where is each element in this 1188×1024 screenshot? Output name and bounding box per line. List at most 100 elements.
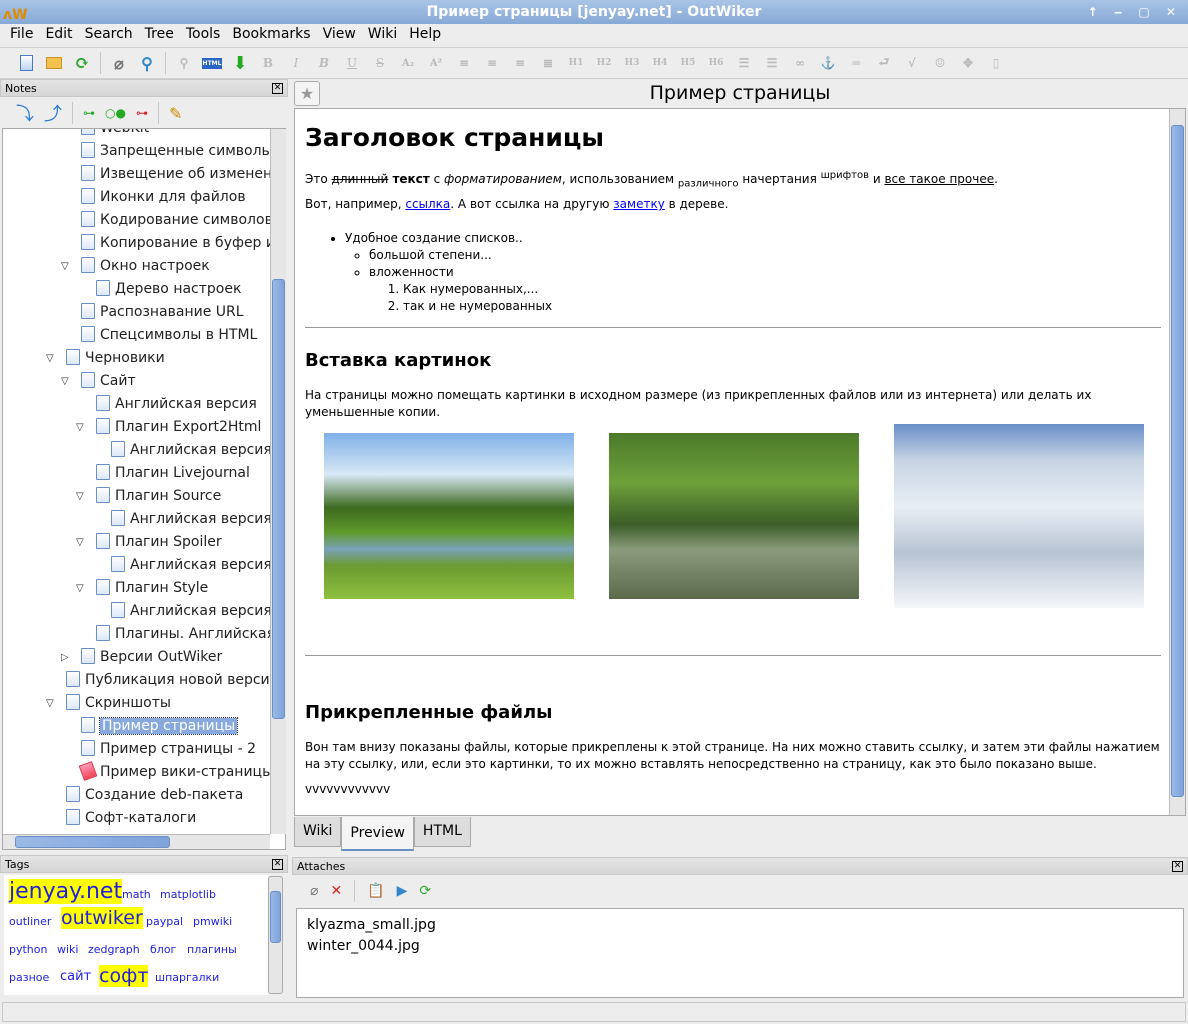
open-icon[interactable] [44,53,64,73]
expanded-arrow-icon[interactable]: ▽ [46,347,58,370]
expanded-arrow-icon[interactable]: ▽ [46,692,58,715]
execute-icon[interactable]: ▶ [397,883,408,899]
tag-item[interactable]: софт [99,965,149,987]
attach-icon[interactable]: ⌀ [109,53,129,73]
reload-icon[interactable]: ⟳ [72,53,92,74]
tag-item[interactable]: wiki [57,943,78,956]
tree-item[interactable]: ▽ Окно настроек [61,255,210,278]
tree-item[interactable]: Извещение об изменени [81,163,281,186]
add-sibling-icon[interactable]: ○● [105,106,126,120]
menu-file[interactable]: File [4,24,39,46]
tree-item[interactable]: ▷ Версии OutWiker [61,646,222,669]
paste-icon[interactable]: 📋 [367,883,384,899]
underline-icon[interactable]: U [342,53,362,73]
h1-icon[interactable]: H1 [566,53,586,73]
reload-attach-icon[interactable]: ⟳ [419,883,431,899]
tree-item[interactable]: ▽ Плагин Style [76,577,208,600]
h4-icon[interactable]: H4 [650,53,670,73]
expanded-arrow-icon[interactable]: ▽ [76,416,88,439]
h3-icon[interactable]: H3 [622,53,642,73]
align-right-icon[interactable]: ≡ [510,53,530,73]
tab-html[interactable]: HTML [413,817,471,847]
expanded-arrow-icon[interactable]: ▽ [76,577,88,600]
align-left-icon[interactable]: ≡ [454,53,474,73]
tree-item[interactable]: ▽ Плагин Source [76,485,221,508]
tab-preview[interactable]: Preview [341,817,414,851]
tag-item[interactable]: плагины [187,943,237,956]
tree-item[interactable]: Копирование в буфер из [81,232,282,255]
h6-icon[interactable]: H6 [706,53,726,73]
tab-wiki[interactable]: Wiki [294,817,342,847]
tag-item[interactable]: math [122,888,151,901]
tree-hscrollbar[interactable] [3,834,270,849]
content-scrollbar[interactable] [1169,109,1185,815]
superscript-icon[interactable]: A² [426,53,446,73]
tree-item[interactable]: Английская версия [111,554,272,577]
tree-item[interactable]: Пример страницы [81,715,239,738]
tree-item[interactable]: Английская версия [111,439,272,462]
tree-item[interactable]: Распознавание URL [81,301,244,324]
attach-file-icon[interactable]: ⌀ [310,883,318,899]
tree-item[interactable]: Английская версия [96,393,257,416]
tree-item[interactable]: ▽ Плагин Export2Html [76,416,261,439]
tree-item[interactable]: Спецсимволы в HTML [81,324,257,347]
align-center-icon[interactable]: ≡ [482,53,502,73]
expanded-arrow-icon[interactable]: ▽ [61,370,73,393]
move-icon[interactable]: ✥ [958,53,978,73]
anchor-icon[interactable]: ⚓ [818,53,838,73]
tree-item[interactable]: Английская версия [111,600,272,623]
tree-item[interactable]: WebKit [81,129,149,140]
export-binary-icon[interactable]: ⬇ [230,53,250,74]
notes-tree[interactable]: WebKit Запрещенные символы Извещение об из… [2,128,286,850]
tag-item[interactable]: pmwiki [193,915,232,928]
menu-wiki[interactable]: Wiki [362,24,403,46]
menu-edit[interactable]: Edit [39,24,78,46]
image-river-willows[interactable] [609,433,859,600]
tag-item[interactable]: разное [9,971,49,984]
hr-icon[interactable]: ═ [846,53,866,73]
tree-item[interactable]: Публикация новой версии [66,669,279,692]
tree-item[interactable]: Английская версия [111,508,272,531]
tree-item[interactable]: ▽ Плагин Spoiler [76,531,222,554]
tree-item[interactable]: Кодирование символов [81,209,273,232]
equation-icon[interactable]: √ [902,53,922,73]
menu-tools[interactable]: Tools [180,24,227,46]
italic-icon[interactable]: I [286,53,306,73]
tree-scrollbar[interactable] [270,129,286,834]
return-icon[interactable]: ⮐ [874,53,894,73]
tag-item[interactable]: paypal [146,915,183,928]
close-icon[interactable]: ✕ [272,859,283,870]
numbered-list-icon[interactable]: ☰ [762,53,782,73]
close-icon[interactable]: ✕ [1172,861,1183,872]
link-ssylka[interactable]: ссылка [405,197,450,211]
add-child-icon[interactable]: ⊶ [83,106,95,120]
tree-item[interactable]: Плагины. Английская [96,623,275,646]
tag-item[interactable]: блог [150,943,176,956]
tree-item[interactable]: Плагин Livejournal [96,462,250,485]
move-down-icon[interactable]: ⤵ [16,100,34,126]
menu-help[interactable]: Help [403,24,447,46]
expanded-arrow-icon[interactable]: ▽ [76,485,88,508]
tree-item[interactable]: Пример страницы - 2 [81,738,256,761]
tree-item[interactable]: Запрещенные символы [81,140,273,163]
h2-icon[interactable]: H2 [594,53,614,73]
global-search-icon[interactable]: ⚲ [137,53,157,73]
file-icon[interactable]: ▯ [986,53,1006,73]
tag-item[interactable]: jenyay.net [9,879,123,904]
bold-icon[interactable]: B [258,53,278,73]
tree-item[interactable]: Иконки для файлов [81,186,246,209]
tree-item[interactable]: Софт-каталоги [66,807,196,830]
subscript-icon[interactable]: A₂ [398,53,418,73]
image-river-summer[interactable] [324,433,574,600]
menu-view[interactable]: View [317,24,362,46]
expanded-arrow-icon[interactable]: ▽ [61,255,73,278]
tag-item[interactable]: python [9,943,47,956]
tags-scrollbar[interactable] [268,876,283,994]
tree-item[interactable]: Создание deb-пакета [66,784,243,807]
link-zametku[interactable]: заметку [613,197,665,211]
remove-page-icon[interactable]: ⊶ [136,106,148,120]
tree-item[interactable]: Пример вики-страницы [78,761,273,784]
tag-item[interactable]: matplotlib [160,888,216,901]
tag-item[interactable]: outliner [9,915,51,928]
new-page-icon[interactable] [16,53,36,73]
